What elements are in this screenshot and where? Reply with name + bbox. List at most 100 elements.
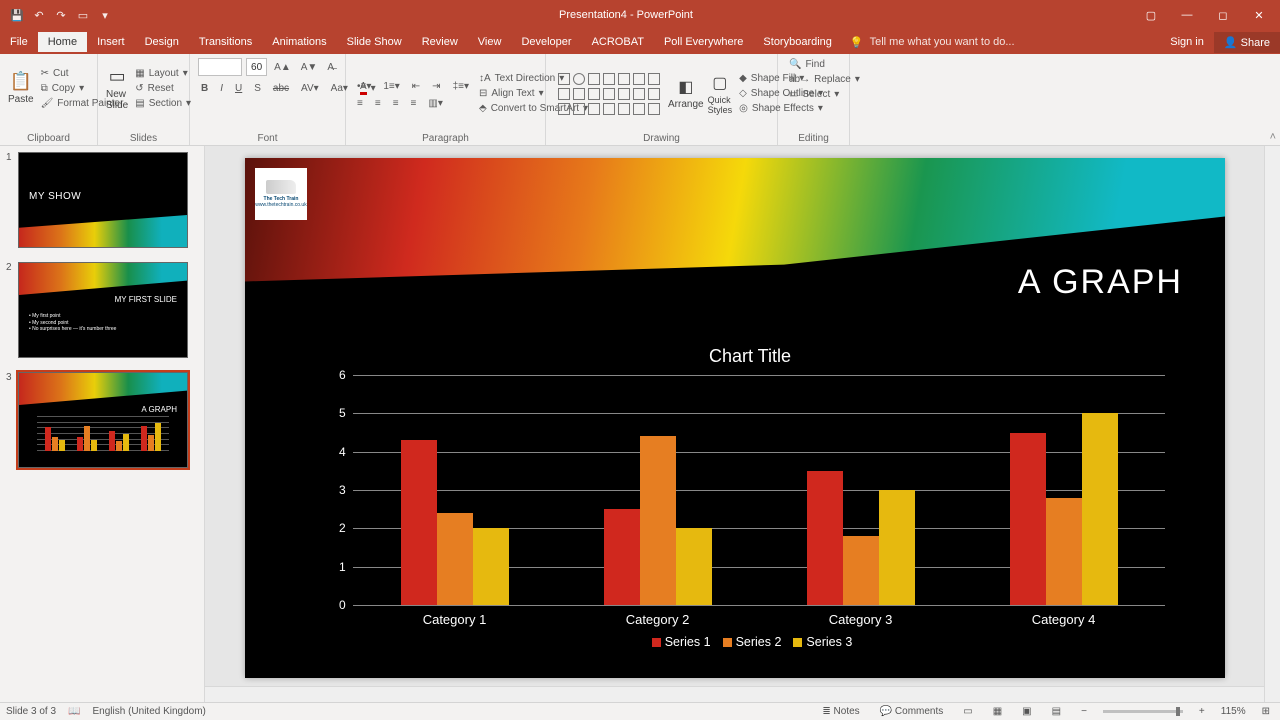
language-indicator[interactable]: English (United Kingdom) — [93, 706, 206, 717]
thumb-title: A GRAPH — [141, 405, 177, 414]
shape-gallery[interactable] — [554, 69, 664, 119]
clear-formatting-icon[interactable]: A̶ — [324, 61, 337, 74]
bullets-button[interactable]: •≡▾ — [354, 80, 374, 93]
align-center-icon[interactable]: ≡ — [372, 97, 384, 110]
customize-qat-icon[interactable]: ▾ — [98, 8, 112, 22]
horizontal-scrollbar[interactable] — [205, 686, 1264, 702]
legend-item: Series 3 — [789, 635, 852, 649]
slide-title[interactable]: A GRAPH — [1018, 263, 1183, 302]
select-button[interactable]: ▭ Select ▾ — [786, 88, 841, 101]
tell-me-input[interactable]: 💡 Tell me what you want to do... — [842, 32, 1023, 53]
status-bar: Slide 3 of 3 📖 English (United Kingdom) … — [0, 702, 1280, 720]
tab-poll[interactable]: Poll Everywhere — [654, 32, 753, 52]
chart-bar — [843, 536, 879, 605]
notes-button[interactable]: ≣ Notes — [818, 706, 863, 717]
group-paragraph: •≡▾ 1≡▾ ⇤ ⇥ ‡≡▾ ≡ ≡ ≡ ≡ ▥▾ ↕A Text Direc… — [346, 54, 546, 145]
quick-styles-button[interactable]: ▢Quick Styles — [708, 62, 733, 126]
find-button[interactable]: 🔍 Find — [786, 58, 841, 71]
justify-icon[interactable]: ≡ — [408, 97, 420, 110]
maximize-icon[interactable]: ◻ — [1208, 9, 1238, 22]
sign-in-link[interactable]: Sign in — [1160, 32, 1214, 52]
layout-button[interactable]: ▦ Layout ▾ — [132, 67, 194, 80]
paste-button[interactable]: 📋 Paste — [8, 56, 34, 120]
slide-canvas-area[interactable]: The Tech Train www.thetechtrain.co.uk A … — [205, 146, 1280, 702]
tab-transitions[interactable]: Transitions — [189, 32, 262, 52]
zoom-in-button[interactable]: + — [1195, 706, 1209, 717]
reset-button[interactable]: ↺ Reset — [132, 82, 194, 95]
slideshow-view-icon[interactable]: ▤ — [1048, 706, 1065, 717]
legend-item: Series 1 — [648, 635, 711, 649]
tab-story[interactable]: Storyboarding — [753, 32, 842, 52]
slide-thumbnail-1[interactable]: MY SHOW — [18, 152, 188, 248]
tab-animations[interactable]: Animations — [262, 32, 336, 52]
new-slide-icon: ▭ — [109, 66, 126, 87]
zoom-out-button[interactable]: − — [1077, 706, 1091, 717]
spellcheck-icon[interactable]: 📖 — [68, 706, 80, 717]
replace-button[interactable]: ab→ Replace ▾ — [786, 73, 841, 86]
increase-indent-icon[interactable]: ⇥ — [429, 80, 443, 93]
fit-to-window-icon[interactable]: ⊞ — [1258, 706, 1274, 717]
minimize-icon[interactable]: — — [1172, 9, 1202, 22]
chart-category-label: Category 4 — [962, 612, 1165, 627]
slide-thumbnail-3[interactable]: A GRAPH — [18, 372, 188, 468]
undo-icon[interactable]: ↶ — [32, 8, 46, 22]
zoom-level[interactable]: 115% — [1221, 706, 1246, 717]
chart-bar — [473, 528, 509, 605]
chart-plot-area: 0123456Category 1Category 2Category 3Cat… — [353, 375, 1165, 605]
columns-icon[interactable]: ▥▾ — [425, 97, 445, 110]
bold-button[interactable]: B — [198, 82, 211, 95]
section-button[interactable]: ▤ Section ▾ — [132, 97, 194, 110]
ribbon-tabs: File Home Insert Design Transitions Anim… — [0, 30, 1280, 54]
tab-design[interactable]: Design — [135, 32, 189, 52]
zoom-slider[interactable] — [1103, 710, 1183, 713]
chart-y-tick: 2 — [339, 521, 346, 535]
group-label-paragraph: Paragraph — [346, 133, 545, 144]
tab-insert[interactable]: Insert — [87, 32, 135, 52]
shadow-button[interactable]: S — [251, 82, 264, 95]
start-from-beginning-icon[interactable]: ▭ — [76, 8, 90, 22]
group-editing: 🔍 Find ab→ Replace ▾ ▭ Select ▾ Editing — [778, 54, 850, 145]
underline-button[interactable]: U — [232, 82, 245, 95]
tab-home[interactable]: Home — [38, 32, 87, 52]
close-icon[interactable]: ✕ — [1244, 9, 1274, 22]
tab-file[interactable]: File — [0, 32, 38, 52]
slide[interactable]: The Tech Train www.thetechtrain.co.uk A … — [245, 158, 1225, 678]
slide-indicator[interactable]: Slide 3 of 3 — [6, 706, 56, 717]
slide-sorter-icon[interactable]: ▦ — [989, 706, 1006, 717]
comments-button[interactable]: 💬 Comments — [876, 706, 948, 717]
normal-view-icon[interactable]: ▭ — [959, 706, 976, 717]
chart-category-label: Category 1 — [353, 612, 556, 627]
decrease-font-icon[interactable]: A▼ — [298, 61, 321, 74]
font-size-combo[interactable]: 60 — [246, 58, 267, 76]
chart-y-tick: 3 — [339, 483, 346, 497]
char-spacing-button[interactable]: AV▾ — [298, 82, 322, 95]
chart-gridline — [353, 605, 1165, 606]
tab-review[interactable]: Review — [412, 32, 468, 52]
chart-category-label: Category 3 — [759, 612, 962, 627]
line-spacing-icon[interactable]: ‡≡▾ — [450, 80, 472, 93]
new-slide-button[interactable]: ▭ New Slide — [106, 56, 128, 120]
align-right-icon[interactable]: ≡ — [390, 97, 402, 110]
reading-view-icon[interactable]: ▣ — [1018, 706, 1035, 717]
slide-thumbnail-2[interactable]: MY FIRST SLIDE • My first point• My seco… — [18, 262, 188, 358]
decrease-indent-icon[interactable]: ⇤ — [409, 80, 423, 93]
save-icon[interactable]: 💾 — [10, 8, 24, 22]
increase-font-icon[interactable]: A▲ — [271, 61, 294, 74]
chart[interactable]: Chart Title 0123456Category 1Category 2C… — [335, 346, 1165, 660]
collapse-ribbon-icon[interactable]: ˄ — [1270, 131, 1276, 143]
tab-slideshow[interactable]: Slide Show — [337, 32, 412, 52]
share-button[interactable]: 👤 Share — [1214, 32, 1280, 53]
font-family-combo[interactable] — [198, 58, 242, 76]
arrange-button[interactable]: ◧Arrange — [668, 62, 704, 126]
chart-bar — [401, 440, 437, 605]
tab-developer[interactable]: Developer — [511, 32, 581, 52]
strikethrough-button[interactable]: abc — [270, 82, 292, 95]
tab-view[interactable]: View — [468, 32, 512, 52]
redo-icon[interactable]: ↷ — [54, 8, 68, 22]
italic-button[interactable]: I — [217, 82, 226, 95]
tab-acrobat[interactable]: ACROBAT — [582, 32, 654, 52]
align-left-icon[interactable]: ≡ — [354, 97, 366, 110]
numbering-button[interactable]: 1≡▾ — [380, 80, 402, 93]
vertical-scrollbar[interactable] — [1264, 146, 1280, 702]
ribbon-options-icon[interactable]: ▢ — [1136, 9, 1166, 22]
